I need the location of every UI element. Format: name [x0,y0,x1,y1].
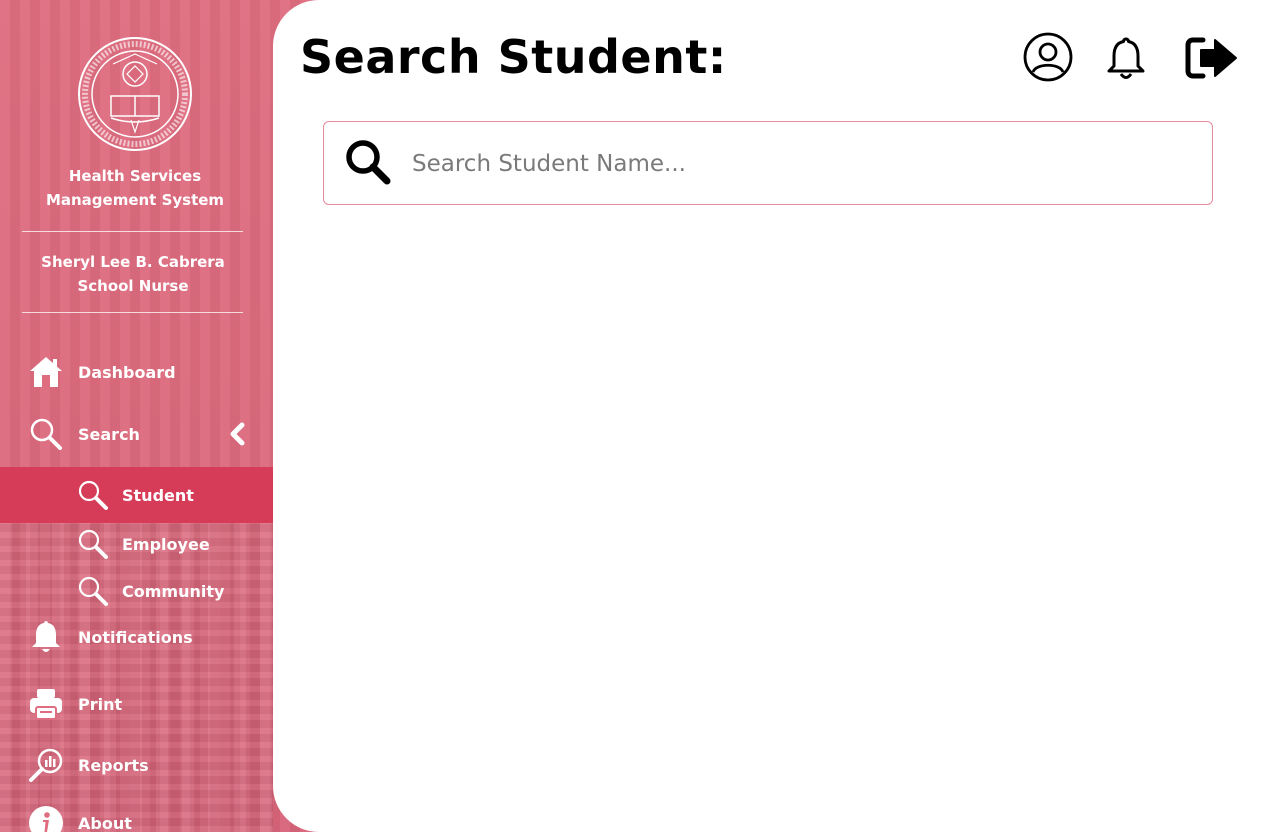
printer-icon [28,686,64,722]
info-icon [28,805,64,832]
search-icon[interactable] [344,138,392,186]
search-icon [77,575,109,607]
sidebar-item-label: About [78,813,132,832]
user-role: School Nurse [77,277,189,295]
system-title-line2: Management System [45,191,225,209]
search-icon [77,479,109,511]
sidebar-item-notifications[interactable]: Notifications [0,613,273,661]
sign-out-icon[interactable] [1185,36,1239,80]
chevron-left-icon[interactable] [228,422,246,446]
sidebar-item-label: Dashboard [78,362,176,382]
university-seal-logo [78,37,192,151]
sidebar-divider [22,312,243,313]
bell-icon[interactable] [1105,36,1147,82]
page-title: Search Student: [300,30,727,84]
system-title-line1: Health Services [68,167,202,185]
user-circle-icon[interactable] [1023,32,1073,82]
sidebar-item-label: Notifications [78,627,193,647]
home-icon [28,354,64,390]
sidebar-item-label: Print [78,694,123,714]
sidebar-item-label: Reports [78,755,149,775]
sidebar-divider [22,231,243,232]
sidebar-subitem-label: Employee [122,534,210,554]
search-icon [28,416,64,452]
search-student-input[interactable] [412,142,1192,186]
sidebar-subitem-student[interactable]: Student [0,467,273,523]
main-panel: Search Student: [273,0,1280,832]
report-analytics-icon [28,747,64,783]
sidebar-subitem-community[interactable]: Community [0,567,273,615]
sidebar-item-label: Search [78,424,140,444]
sidebar-item-reports[interactable]: Reports [0,741,273,789]
student-search-box [323,121,1213,205]
sidebar-subitem-label: Student [122,485,194,505]
sidebar-subitem-employee[interactable]: Employee [0,520,273,568]
bell-icon [28,619,64,655]
search-icon [77,528,109,560]
sidebar: Health Services Management System Sheryl… [0,0,320,832]
sidebar-item-about[interactable]: About [0,799,273,832]
user-info: Sheryl Lee B. Cabrera School Nurse [0,250,266,298]
sidebar-item-search[interactable]: Search [0,410,273,458]
sidebar-item-dashboard[interactable]: Dashboard [0,348,273,396]
system-title: Health Services Management System [0,164,270,212]
user-name: Sheryl Lee B. Cabrera [41,253,225,271]
sidebar-item-print[interactable]: Print [0,680,273,728]
sidebar-subitem-label: Community [122,581,225,601]
